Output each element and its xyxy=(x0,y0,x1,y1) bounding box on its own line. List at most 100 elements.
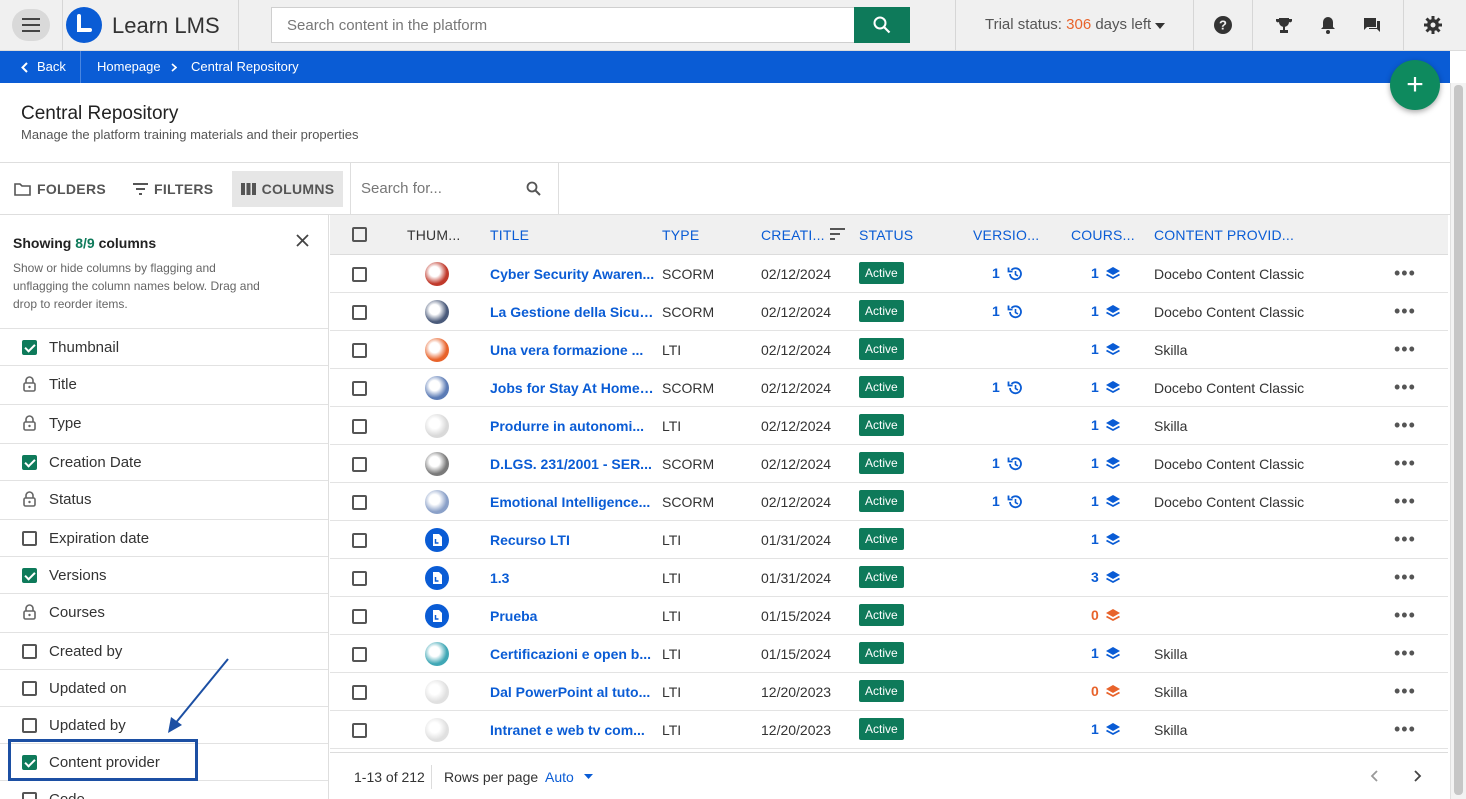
row-title[interactable]: Una vera formazione ... xyxy=(490,342,655,358)
table-row[interactable]: Certificazioni e open b... LTI 01/15/2024 A… xyxy=(330,635,1448,673)
header-versions[interactable]: VERSIO... xyxy=(973,227,1039,243)
row-checkbox[interactable] xyxy=(352,571,367,586)
layers-icon[interactable] xyxy=(1105,304,1121,322)
more-options-icon[interactable]: ••• xyxy=(1394,377,1416,398)
row-title[interactable]: Emotional Intelligence... xyxy=(490,494,655,510)
more-options-icon[interactable]: ••• xyxy=(1394,301,1416,322)
row-courses[interactable]: 0 xyxy=(1091,607,1099,623)
table-row[interactable]: Recurso LTI LTI 01/31/2024 Active 1 ••• xyxy=(330,521,1448,559)
sort-icon[interactable] xyxy=(830,228,845,240)
table-row[interactable]: D.LGS. 231/2001 - SER... SCORM 02/12/2024 A… xyxy=(330,445,1448,483)
chevron-right-icon[interactable] xyxy=(1414,770,1422,782)
chat-icon[interactable] xyxy=(1362,15,1382,35)
row-title[interactable]: Certificazioni e open b... xyxy=(490,646,655,662)
layers-icon[interactable] xyxy=(1105,342,1121,360)
row-title[interactable]: La Gestione della Sicur... xyxy=(490,304,655,320)
column-checkbox[interactable] xyxy=(21,680,37,696)
column-checkbox[interactable] xyxy=(21,339,37,355)
row-checkbox[interactable] xyxy=(352,343,367,358)
row-checkbox[interactable] xyxy=(352,647,367,662)
history-icon[interactable] xyxy=(1007,456,1023,475)
columns-button[interactable]: COLUMNS xyxy=(232,171,343,207)
help-icon[interactable]: ? xyxy=(1213,15,1233,35)
more-options-icon[interactable]: ••• xyxy=(1394,491,1416,512)
layers-icon[interactable] xyxy=(1105,418,1121,436)
table-row[interactable]: Emotional Intelligence... SCORM 02/12/2024… xyxy=(330,483,1448,521)
more-options-icon[interactable]: ••• xyxy=(1394,567,1416,588)
row-checkbox[interactable] xyxy=(352,609,367,624)
row-title[interactable]: D.LGS. 231/2001 - SER... xyxy=(490,456,655,472)
row-courses[interactable]: 1 xyxy=(1091,379,1099,395)
column-checkbox[interactable] xyxy=(21,454,37,470)
chevron-left-icon[interactable] xyxy=(1370,770,1378,782)
row-courses[interactable]: 1 xyxy=(1091,341,1099,357)
column-option-versions[interactable]: Versions xyxy=(0,556,328,593)
more-options-icon[interactable]: ••• xyxy=(1394,681,1416,702)
row-title[interactable]: Recurso LTI xyxy=(490,532,655,548)
column-checkbox[interactable] xyxy=(21,717,37,733)
history-icon[interactable] xyxy=(1007,304,1023,323)
history-icon[interactable] xyxy=(1007,380,1023,399)
column-checkbox[interactable] xyxy=(21,643,37,659)
menu-icon[interactable] xyxy=(12,9,50,41)
table-row[interactable]: Intranet e web tv com... LTI 12/20/2023 Act… xyxy=(330,711,1448,749)
row-courses[interactable]: 1 xyxy=(1091,455,1099,471)
row-versions[interactable]: 1 xyxy=(992,379,1000,395)
history-icon[interactable] xyxy=(1007,266,1023,285)
more-options-icon[interactable]: ••• xyxy=(1394,529,1416,550)
layers-icon[interactable] xyxy=(1105,494,1121,512)
history-icon[interactable] xyxy=(1007,494,1023,513)
column-checkbox[interactable] xyxy=(21,530,37,546)
bell-icon[interactable] xyxy=(1318,15,1338,35)
layers-icon[interactable] xyxy=(1105,266,1121,284)
more-options-icon[interactable]: ••• xyxy=(1394,339,1416,360)
row-versions[interactable]: 1 xyxy=(992,455,1000,471)
column-checkbox[interactable] xyxy=(21,791,37,799)
layers-icon[interactable] xyxy=(1105,608,1121,626)
search-button[interactable] xyxy=(854,7,910,43)
row-courses[interactable]: 1 xyxy=(1091,265,1099,281)
global-search-input[interactable]: Search content in the platform xyxy=(271,7,855,43)
row-versions[interactable]: 1 xyxy=(992,265,1000,281)
column-option-code[interactable]: Code xyxy=(0,780,328,799)
row-checkbox[interactable] xyxy=(352,419,367,434)
more-options-icon[interactable]: ••• xyxy=(1394,415,1416,436)
layers-icon[interactable] xyxy=(1105,646,1121,664)
column-option-creation-date[interactable]: Creation Date xyxy=(0,443,328,480)
row-courses[interactable]: 3 xyxy=(1091,569,1099,585)
row-title[interactable]: Prueba xyxy=(490,608,655,624)
row-checkbox[interactable] xyxy=(352,685,367,700)
table-row[interactable]: Produrre in autonomi... LTI 02/12/2024 Acti… xyxy=(330,407,1448,445)
filters-button[interactable]: FILTERS xyxy=(133,171,213,207)
more-options-icon[interactable]: ••• xyxy=(1394,263,1416,284)
gear-icon[interactable] xyxy=(1423,15,1443,35)
more-options-icon[interactable]: ••• xyxy=(1394,643,1416,664)
table-row[interactable]: Una vera formazione ... LTI 02/12/2024 Acti… xyxy=(330,331,1448,369)
row-courses[interactable]: 1 xyxy=(1091,493,1099,509)
row-courses[interactable]: 1 xyxy=(1091,531,1099,547)
row-versions[interactable]: 1 xyxy=(992,303,1000,319)
row-checkbox[interactable] xyxy=(352,305,367,320)
table-row[interactable]: Cyber Security Awaren... SCORM 02/12/2024 A… xyxy=(330,255,1448,293)
row-versions[interactable]: 1 xyxy=(992,493,1000,509)
header-courses[interactable]: COURS... xyxy=(1071,227,1135,243)
layers-icon[interactable] xyxy=(1105,684,1121,702)
select-all-checkbox[interactable] xyxy=(352,227,367,242)
header-title[interactable]: TITLE xyxy=(490,227,529,243)
row-checkbox[interactable] xyxy=(352,495,367,510)
row-checkbox[interactable] xyxy=(352,267,367,282)
scrollbar[interactable] xyxy=(1450,83,1466,799)
header-thumbnail[interactable]: THUM... xyxy=(407,227,461,243)
more-options-icon[interactable]: ••• xyxy=(1394,605,1416,626)
table-search-input[interactable]: Search for... xyxy=(350,163,559,214)
rows-per-page-select[interactable]: Auto xyxy=(545,769,574,785)
row-title[interactable]: Produrre in autonomi... xyxy=(490,418,655,434)
back-link[interactable]: Back xyxy=(37,59,66,74)
row-checkbox[interactable] xyxy=(352,381,367,396)
row-courses[interactable]: 1 xyxy=(1091,417,1099,433)
row-courses[interactable]: 1 xyxy=(1091,303,1099,319)
add-button[interactable]: + xyxy=(1390,60,1440,110)
trophy-icon[interactable] xyxy=(1274,15,1294,35)
row-courses[interactable]: 0 xyxy=(1091,683,1099,699)
table-row[interactable]: La Gestione della Sicur... SCORM 02/12/202… xyxy=(330,293,1448,331)
